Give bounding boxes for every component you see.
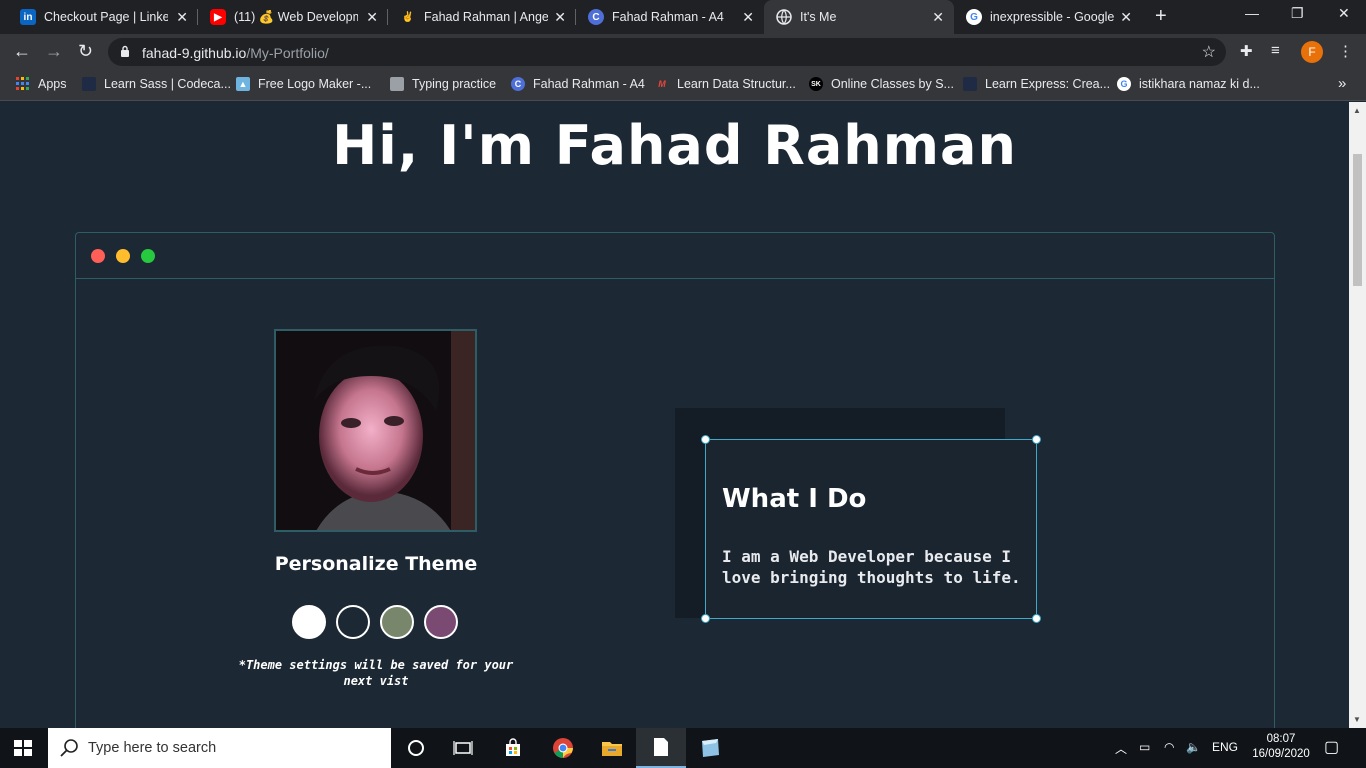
close-tab-icon[interactable]: ✕ [932, 9, 944, 26]
cortana-icon[interactable] [404, 736, 428, 760]
tab-codepen[interactable]: C Fahad Rahman - A4 ✕ [576, 0, 764, 34]
app-icon[interactable] [698, 736, 722, 760]
what-i-do-card: What I Do I am a Web Developer because I… [701, 435, 1041, 623]
bookmark-typing-practice[interactable]: Typing practice [390, 77, 496, 91]
close-tab-icon[interactable]: ✕ [1120, 9, 1132, 26]
forward-icon[interactable]: → [45, 41, 63, 62]
close-window-icon[interactable]: ✕ [1338, 5, 1350, 22]
theme-swatch-blue[interactable] [336, 605, 370, 639]
minimize-icon[interactable]: — [1245, 5, 1259, 21]
page-scrollbar[interactable]: ▲ ▼ [1349, 102, 1366, 728]
bookmark-learn-express[interactable]: Learn Express: Crea... [963, 77, 1110, 91]
extensions-icon[interactable]: ✚ [1240, 42, 1253, 60]
google-icon: G [1117, 77, 1131, 91]
resize-handle[interactable] [701, 435, 710, 444]
tab-bar: in Checkout Page | Linked ✕ ▶ (11) 💰 Web… [0, 0, 1366, 34]
linkedin-icon: in [20, 9, 36, 25]
windows-taskbar: Type here to search ︿ ▭ ◠ 🔈 ENG 08:07 16… [0, 728, 1366, 768]
green-dot-icon [141, 249, 155, 263]
page-content: Hi, I'm Fahad Rahman Personalize Theme *… [0, 102, 1366, 728]
windows-start-icon[interactable] [14, 740, 32, 756]
youtube-icon: ▶ [210, 9, 226, 25]
skillshare-icon: SK [809, 77, 823, 91]
volume-icon[interactable]: 🔈 [1186, 740, 1201, 754]
card-text: I am a Web Developer because I love brin… [722, 547, 1021, 587]
yellow-dot-icon [116, 249, 130, 263]
chrome-icon[interactable] [551, 736, 575, 760]
back-icon[interactable]: ← [13, 41, 31, 62]
notifications-icon[interactable]: ▢ [1324, 737, 1339, 757]
close-tab-icon[interactable]: ✕ [176, 9, 188, 26]
new-tab-button[interactable]: + [1155, 5, 1167, 28]
profile-avatar[interactable]: F [1301, 41, 1323, 63]
close-tab-icon[interactable]: ✕ [366, 9, 378, 26]
tab-google[interactable]: G inexpressible - Google S ✕ [954, 0, 1142, 34]
google-icon: G [966, 9, 982, 25]
taskbar-clock[interactable]: 08:07 16/09/2020 [1246, 732, 1316, 762]
scroll-up-icon[interactable]: ▲ [1353, 106, 1361, 115]
file-explorer-icon[interactable] [600, 736, 624, 760]
codecademy-icon [963, 77, 977, 91]
theme-swatch-light[interactable] [292, 605, 326, 639]
portfolio-window: Personalize Theme *Theme settings will b… [75, 232, 1275, 728]
more-bookmarks-icon[interactable]: » [1338, 75, 1346, 92]
language-indicator[interactable]: ENG [1212, 740, 1238, 754]
close-tab-icon[interactable]: ✕ [554, 9, 566, 26]
window-header [76, 233, 1274, 279]
bookmark-learn-sass[interactable]: Learn Sass | Codeca... [82, 77, 231, 91]
resize-handle[interactable] [1032, 435, 1041, 444]
personalize-theme-title: Personalize Theme [274, 553, 478, 575]
taskbar-search[interactable]: Type here to search [48, 728, 391, 768]
media-control-icon[interactable]: ≡ [1271, 42, 1280, 59]
angellist-icon: ✌ [401, 11, 415, 23]
bookmark-istikhara[interactable]: Gistikhara namaz ki d... [1117, 77, 1260, 91]
wifi-icon[interactable]: ◠ [1164, 740, 1174, 754]
close-tab-icon[interactable]: ✕ [742, 9, 754, 26]
theme-swatch-purple[interactable] [424, 605, 458, 639]
url-text: fahad-9.github.io/My-Portfolio/ [142, 45, 329, 61]
codecademy-icon [82, 77, 96, 91]
show-hidden-icons[interactable]: ︿ [1115, 740, 1127, 757]
battery-icon[interactable]: ▭ [1139, 740, 1150, 754]
globe-icon [776, 9, 792, 25]
browser-toolbar: ← → ↻ fahad-9.github.io/My-Portfolio/ ☆ … [0, 34, 1366, 70]
hero-title: Hi, I'm Fahad Rahman [332, 114, 1017, 177]
notepad-app-icon[interactable] [636, 728, 686, 768]
codepen-icon: C [511, 77, 525, 91]
apps-grid-icon [16, 77, 30, 91]
profile-photo [274, 329, 477, 532]
theme-swatch-green[interactable] [380, 605, 414, 639]
bookmark-data-structures[interactable]: M Learn Data Structur... [655, 77, 796, 91]
bookmark-online-classes[interactable]: SK Online Classes by S... [809, 77, 954, 91]
resize-handle[interactable] [701, 614, 710, 623]
store-icon[interactable] [501, 736, 525, 760]
card-title: What I Do [722, 484, 867, 514]
search-icon [60, 739, 78, 757]
bookmark-star-icon[interactable]: ☆ [1202, 42, 1216, 62]
restore-icon[interactable]: ❐ [1291, 5, 1304, 22]
typing-icon [390, 77, 404, 91]
address-bar[interactable]: fahad-9.github.io/My-Portfolio/ ☆ [108, 38, 1226, 66]
scrollbar-thumb[interactable] [1353, 154, 1362, 286]
tab-youtube[interactable]: ▶ (11) 💰 Web Developme ✕ [198, 0, 388, 34]
logo-maker-icon: ▲ [236, 77, 250, 91]
menu-icon[interactable]: ⋮ [1338, 42, 1353, 60]
codepen-icon: C [588, 9, 604, 25]
red-dot-icon [91, 249, 105, 263]
bookmark-fahad-a4[interactable]: C Fahad Rahman - A4 [511, 77, 645, 91]
m-logo-icon: M [658, 79, 666, 89]
tab-its-me[interactable]: It's Me ✕ [764, 0, 954, 34]
resize-handle[interactable] [1032, 614, 1041, 623]
bookmark-apps[interactable]: Apps [16, 77, 67, 91]
tab-angellist[interactable]: ✌ Fahad Rahman | AngelL ✕ [388, 0, 576, 34]
lock-icon [121, 45, 129, 57]
task-view-icon[interactable] [451, 736, 475, 760]
bookmark-logo-maker[interactable]: ▲ Free Logo Maker -... [236, 77, 371, 91]
theme-note: *Theme settings will be saved for your n… [238, 658, 514, 688]
scroll-down-icon[interactable]: ▼ [1353, 715, 1361, 724]
bookmarks-bar: Apps Learn Sass | Codeca... ▲ Free Logo M… [0, 70, 1366, 101]
reload-icon[interactable]: ↻ [78, 41, 93, 62]
tab-linkedin[interactable]: in Checkout Page | Linked ✕ [8, 0, 198, 34]
